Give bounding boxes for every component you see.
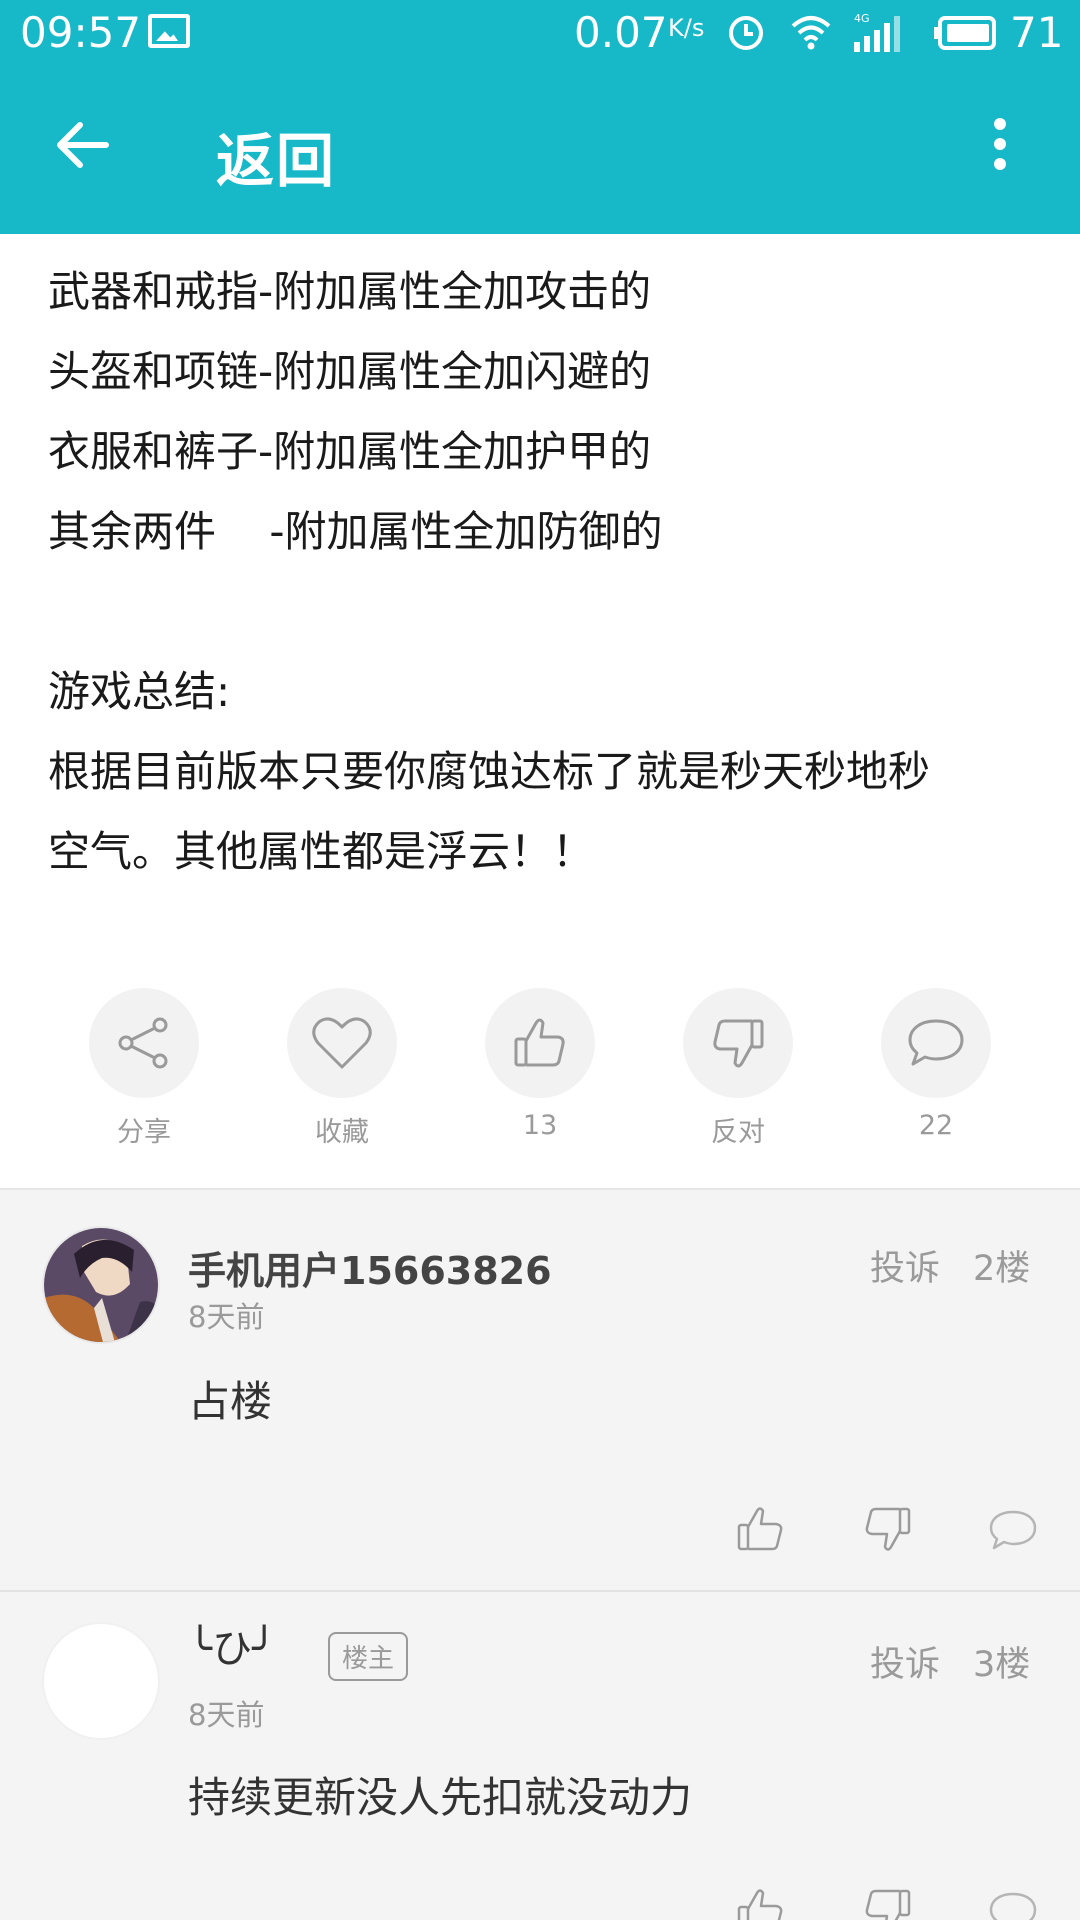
network-speed-unit: K/s xyxy=(668,14,705,42)
battery-icon xyxy=(934,16,996,50)
op-badge: 楼主 xyxy=(328,1632,409,1681)
comment-dislike-icon[interactable] xyxy=(862,1888,912,1920)
dislike-label: 反对 xyxy=(711,1117,765,1148)
floor-number: 3楼 xyxy=(973,1645,1031,1685)
comment-reply-icon[interactable] xyxy=(988,1890,1038,1920)
comment-list: 手机用户15663826 8天前 投诉 2楼 占楼 ╰ひ╯ 楼主 8天前 投诉 … xyxy=(0,1188,1080,1920)
post-line: 其余两件 -附加属性全加防御的 xyxy=(48,507,663,556)
comment-text: 持续更新没人先扣就没动力 xyxy=(188,1773,693,1822)
share-button[interactable]: 分享 xyxy=(79,988,209,1149)
app-bar: 返回 xyxy=(0,64,1080,234)
comment-dislike-icon[interactable] xyxy=(862,1506,912,1552)
battery-level: 71 xyxy=(1010,8,1064,57)
post-line: 根据目前版本只要你腐蚀达标了就是秒天秒地秒 xyxy=(48,747,931,796)
avatar-image xyxy=(44,1228,158,1342)
favorite-label: 收藏 xyxy=(315,1117,369,1148)
comment-icon xyxy=(908,1019,964,1066)
like-count: 13 xyxy=(522,1110,558,1141)
avatar[interactable] xyxy=(42,1226,160,1344)
alarm-icon xyxy=(729,16,763,50)
status-time: 09:57 xyxy=(20,8,142,57)
comment-divider xyxy=(0,1590,1080,1592)
comment-button[interactable]: 22 xyxy=(871,988,1001,1141)
network-type-label: 4G xyxy=(854,12,870,25)
thumbs-up-icon xyxy=(514,1018,565,1067)
back-arrow-icon[interactable] xyxy=(56,120,110,170)
more-options-icon[interactable] xyxy=(980,114,1020,174)
comment-username[interactable]: ╰ひ╯ xyxy=(188,1616,276,1674)
share-icon xyxy=(118,1017,168,1069)
image-notification-icon xyxy=(148,14,190,48)
comment-count: 22 xyxy=(918,1110,954,1141)
share-label: 分享 xyxy=(117,1117,171,1148)
post-content: 武器和戒指-附加属性全加攻击的 头盔和项链-附加属性全加闪避的 衣服和裤子-附加… xyxy=(48,252,1038,892)
report-button[interactable]: 投诉 xyxy=(870,1636,940,1687)
report-button[interactable]: 投诉 xyxy=(870,1240,940,1291)
like-button[interactable]: 13 xyxy=(475,988,605,1141)
post-line: 头盔和项链-附加属性全加闪避的 xyxy=(48,347,652,396)
comment-text: 占楼 xyxy=(188,1377,273,1426)
avatar[interactable] xyxy=(42,1622,160,1740)
floor-number: 2楼 xyxy=(973,1249,1031,1289)
post-line: 武器和戒指-附加属性全加攻击的 xyxy=(48,267,652,316)
signal-icon: 4G xyxy=(854,12,900,52)
post-action-bar: 分享 收藏 13 反对 22 xyxy=(0,988,1080,1188)
network-speed: 0.07 xyxy=(574,8,668,57)
comment-like-icon[interactable] xyxy=(736,1888,786,1920)
comment-username[interactable]: 手机用户15663826 xyxy=(188,1240,552,1295)
post-line: 游戏总结: xyxy=(48,667,231,716)
post-line: 空气。其他属性都是浮云！！ xyxy=(48,827,595,876)
comment-time: 8天前 xyxy=(188,1698,265,1732)
comment-like-icon[interactable] xyxy=(736,1506,786,1552)
comment-reply-icon[interactable] xyxy=(988,1508,1038,1554)
heart-icon xyxy=(312,1017,372,1069)
comment-time: 8天前 xyxy=(188,1300,265,1334)
dislike-button[interactable]: 反对 xyxy=(673,988,803,1149)
favorite-button[interactable]: 收藏 xyxy=(277,988,407,1149)
post-line xyxy=(48,572,1038,652)
page-title[interactable]: 返回 xyxy=(216,114,336,198)
status-bar: 09:57 0.07 K/s 4G 71 xyxy=(0,0,1080,64)
wifi-icon xyxy=(791,16,831,50)
thumbs-down-icon xyxy=(713,1019,764,1068)
post-line: 衣服和裤子-附加属性全加护甲的 xyxy=(48,427,652,476)
